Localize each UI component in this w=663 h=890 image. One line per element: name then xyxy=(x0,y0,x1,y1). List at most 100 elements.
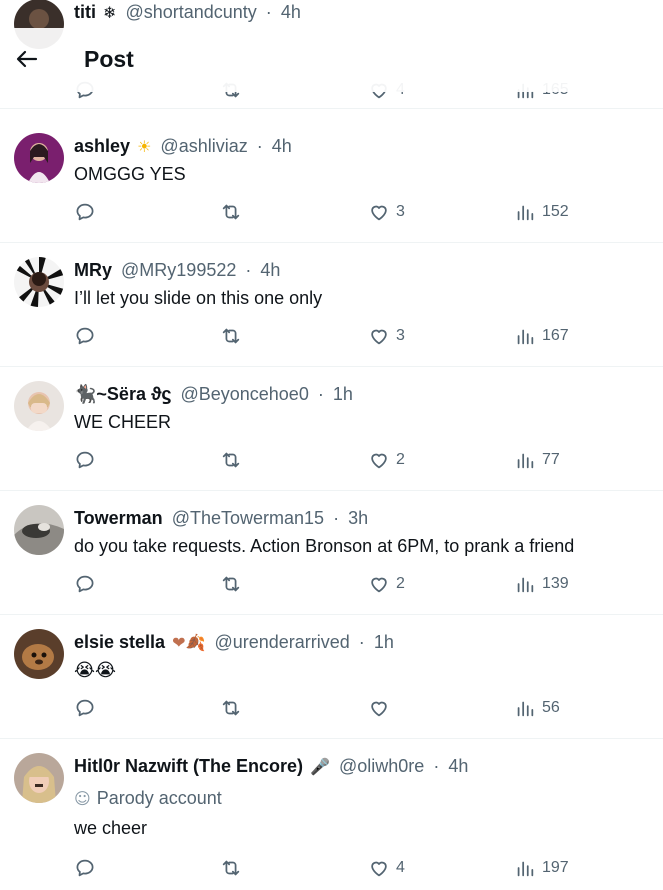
like-count: 3 xyxy=(396,327,405,344)
repost-button[interactable] xyxy=(220,696,242,720)
reply-icon xyxy=(76,203,94,221)
post-header: Post xyxy=(0,28,663,92)
reply-button[interactable] xyxy=(74,696,96,720)
reply-icon xyxy=(76,575,94,593)
parody-label: Parody account xyxy=(96,788,222,808)
views-icon xyxy=(517,205,534,221)
reply-button[interactable] xyxy=(74,856,96,880)
like-count: 3 xyxy=(396,203,405,220)
display-name[interactable]: Towerman xyxy=(74,508,163,528)
action-bar: 2 139 xyxy=(74,572,634,596)
page-title: Post xyxy=(84,46,134,72)
avatar[interactable] xyxy=(14,381,64,431)
avatar[interactable] xyxy=(14,753,64,803)
reply-item-mry[interactable]: MRy @MRy199522 · 4h I’ll let you slide o… xyxy=(0,244,663,367)
avatar[interactable] xyxy=(14,505,64,555)
timestamp[interactable]: 4h xyxy=(272,136,292,156)
repost-button[interactable] xyxy=(220,324,242,348)
microphone-icon: 🎤 xyxy=(310,757,330,776)
repost-icon xyxy=(222,452,240,468)
reply-button[interactable] xyxy=(74,200,96,224)
views-button[interactable]: 167 xyxy=(514,324,569,348)
reply-item-parody[interactable]: Hitl0r Nazwift (The Encore) 🎤 @oliwh0re … xyxy=(0,740,663,890)
reply-header: Towerman @TheTowerman15 · 3h xyxy=(74,506,368,530)
like-count: 2 xyxy=(396,451,405,468)
views-icon xyxy=(517,329,534,345)
action-bar: 3 152 xyxy=(74,200,634,224)
repost-icon xyxy=(222,860,240,876)
reply-text: WE CHEER xyxy=(74,412,172,432)
display-name[interactable]: Hitl0r Nazwift (The Encore) xyxy=(74,756,303,776)
like-button[interactable]: 2 xyxy=(368,448,405,472)
reply-item-ashley[interactable]: ashley ☀ @ashliviaz · 4h OMGGG YES 3 152 xyxy=(0,120,663,243)
user-handle[interactable]: @TheTowerman15 xyxy=(172,508,324,528)
reply-item-elsie-stella[interactable]: elsie stella ❤🍂 @urenderarrived · 1h 😭😭 … xyxy=(0,616,663,739)
user-handle[interactable]: @oliwh0re xyxy=(339,756,424,776)
timestamp[interactable]: 4h xyxy=(448,756,468,776)
parody-badge: ☺ Parody account xyxy=(74,786,222,811)
reply-button[interactable] xyxy=(74,324,96,348)
separator-dot: · xyxy=(333,508,340,528)
timestamp[interactable]: 4h xyxy=(260,260,280,280)
heart-icon xyxy=(371,701,387,717)
display-name[interactable]: elsie stella xyxy=(74,632,165,652)
reply-header: ashley ☀ @ashliviaz · 4h xyxy=(74,134,292,158)
timestamp[interactable]: 4h xyxy=(281,2,301,22)
reply-button[interactable] xyxy=(74,448,96,472)
repost-icon xyxy=(222,204,240,220)
like-button[interactable]: 4 xyxy=(368,856,405,880)
heart-leaf-icon: ❤🍂 xyxy=(172,633,206,652)
reply-text: do you take requests. Action Bronson at … xyxy=(74,536,575,556)
user-handle[interactable]: @MRy199522 xyxy=(121,260,236,280)
views-button[interactable]: 197 xyxy=(514,856,569,880)
back-button[interactable] xyxy=(14,46,40,72)
reply-item-sera[interactable]: 🐈‍⬛~Sëra ϑϛ @Beyoncehoe0 · 1h WE CHEER 2… xyxy=(0,368,663,491)
views-button[interactable]: 56 xyxy=(514,696,560,720)
timestamp[interactable]: 1h xyxy=(333,384,353,404)
views-button[interactable]: 152 xyxy=(514,200,569,224)
views-icon xyxy=(517,701,534,717)
reply-icon xyxy=(76,699,94,717)
views-button[interactable]: 139 xyxy=(514,572,569,596)
action-bar: 3 167 xyxy=(74,324,634,348)
like-button[interactable]: 3 xyxy=(368,200,405,224)
heart-icon xyxy=(371,205,387,221)
reply-header: Hitl0r Nazwift (The Encore) 🎤 @oliwh0re … xyxy=(74,754,468,778)
user-handle[interactable]: @urenderarrived xyxy=(214,632,349,652)
like-button[interactable]: 2 xyxy=(368,572,405,596)
heart-icon xyxy=(371,453,387,469)
avatar[interactable] xyxy=(14,257,64,307)
reply-icon xyxy=(76,451,94,469)
display-name[interactable]: ashley xyxy=(74,136,130,156)
view-count: 197 xyxy=(542,859,569,876)
separator-dot: · xyxy=(265,2,272,22)
timestamp[interactable]: 3h xyxy=(348,508,368,528)
repost-button[interactable] xyxy=(220,448,242,472)
repost-button[interactable] xyxy=(220,856,242,880)
action-bar: 2 77 xyxy=(74,448,634,472)
views-button[interactable]: 77 xyxy=(514,448,560,472)
repost-button[interactable] xyxy=(220,200,242,224)
display-name[interactable]: 🐈‍⬛~Sëra ϑϛ xyxy=(74,384,171,404)
reply-header: elsie stella ❤🍂 @urenderarrived · 1h xyxy=(74,630,394,654)
display-name[interactable]: MRy xyxy=(74,260,112,280)
view-count: 167 xyxy=(542,327,569,344)
like-button[interactable]: 3 xyxy=(368,324,405,348)
like-button[interactable] xyxy=(368,696,396,720)
user-handle[interactable]: @ashliviaz xyxy=(160,136,247,156)
separator-dot: · xyxy=(433,756,440,776)
reply-text: I’ll let you slide on this one only xyxy=(74,288,323,308)
avatar[interactable] xyxy=(14,629,64,679)
reply-item-towerman[interactable]: Towerman @TheTowerman15 · 3h do you take… xyxy=(0,492,663,615)
avatar[interactable] xyxy=(14,133,64,183)
separator-dot: · xyxy=(358,632,365,652)
display-name[interactable]: titi xyxy=(74,2,96,22)
timestamp[interactable]: 1h xyxy=(374,632,394,652)
repost-icon xyxy=(222,328,240,344)
repost-button[interactable] xyxy=(220,572,242,596)
user-handle[interactable]: @shortandcunty xyxy=(125,2,256,22)
user-handle[interactable]: @Beyoncehoe0 xyxy=(180,384,308,404)
view-count: 139 xyxy=(542,575,569,592)
separator-dot: · xyxy=(256,136,263,156)
reply-button[interactable] xyxy=(74,572,96,596)
